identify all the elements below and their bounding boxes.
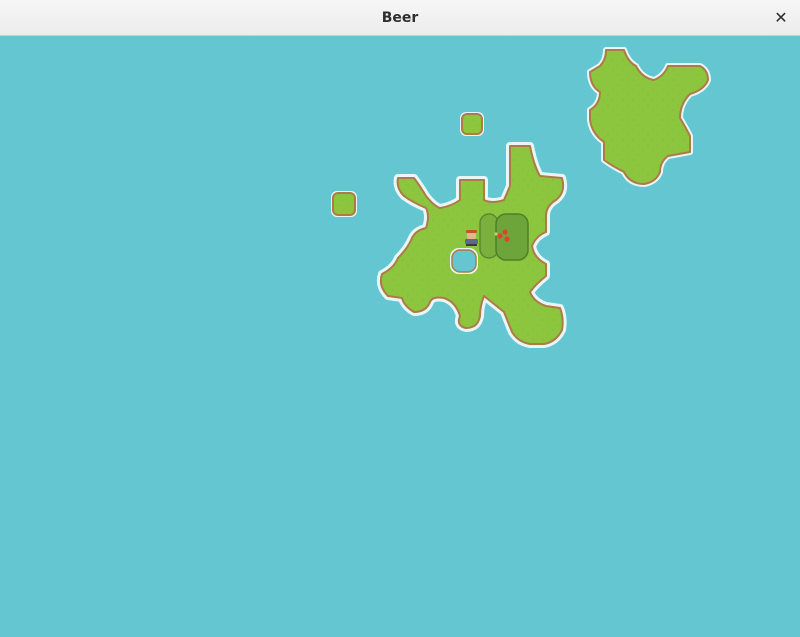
title-bar: Beer ✕ <box>0 0 800 36</box>
small-island-west <box>331 191 357 217</box>
window-title: Beer <box>381 10 419 26</box>
game-viewport[interactable] <box>0 36 800 637</box>
small-island-north <box>460 112 484 136</box>
berry-bush[interactable] <box>479 213 529 261</box>
game-window: Beer ✕ <box>0 0 800 637</box>
game-map <box>0 36 800 637</box>
close-icon[interactable]: ✕ <box>770 7 792 29</box>
